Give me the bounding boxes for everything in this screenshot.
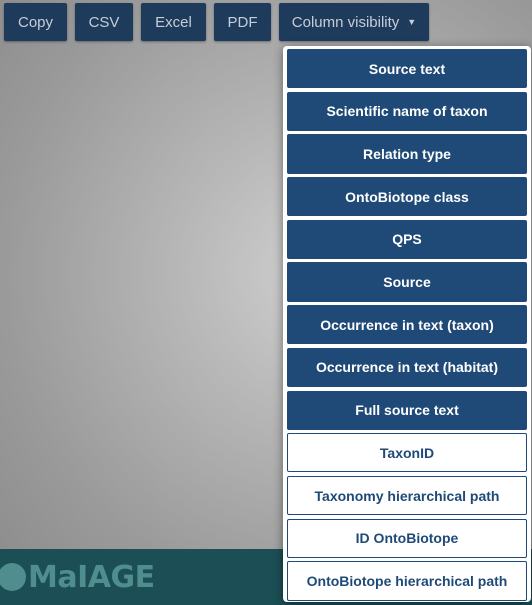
maiage-logo: MaIAGE: [0, 559, 155, 595]
copy-button[interactable]: Copy: [4, 3, 67, 41]
excel-button[interactable]: Excel: [141, 3, 206, 41]
column-toggle-relation-type[interactable]: Relation type: [287, 134, 527, 174]
column-visibility-label: Column visibility: [291, 13, 400, 31]
column-toggle-occurrence-taxon[interactable]: Occurrence in text (taxon): [287, 305, 527, 345]
logo-text: MaIAGE: [28, 559, 155, 595]
column-toggle-ontobiotope-path[interactable]: OntoBiotope hierarchical path: [287, 561, 527, 601]
export-toolbar: Copy CSV Excel PDF Column visibility ▼: [4, 3, 429, 41]
column-toggle-full-source-text[interactable]: Full source text: [287, 390, 527, 430]
column-toggle-qps[interactable]: QPS: [287, 219, 527, 260]
column-toggle-taxonomy-path[interactable]: Taxonomy hierarchical path: [287, 475, 527, 516]
column-toggle-id-ontobiotope[interactable]: ID OntoBiotope: [287, 518, 527, 558]
caret-down-icon: ▼: [407, 17, 417, 27]
logo-mark-icon: [0, 563, 26, 591]
pdf-button[interactable]: PDF: [214, 3, 271, 41]
column-visibility-button[interactable]: Column visibility ▼: [279, 3, 429, 41]
column-toggle-scientific-name[interactable]: Scientific name of taxon: [287, 91, 527, 131]
column-toggle-occurrence-habitat[interactable]: Occurrence in text (habitat): [287, 347, 527, 388]
column-toggle-taxonid[interactable]: TaxonID: [287, 433, 527, 473]
column-toggle-source-text[interactable]: Source text: [287, 49, 527, 89]
column-toggle-ontobiotope-class[interactable]: OntoBiotope class: [287, 177, 527, 217]
column-toggle-source[interactable]: Source: [287, 262, 527, 302]
csv-button[interactable]: CSV: [75, 3, 133, 41]
column-visibility-dropdown: Source text Scientific name of taxon Rel…: [283, 46, 531, 602]
